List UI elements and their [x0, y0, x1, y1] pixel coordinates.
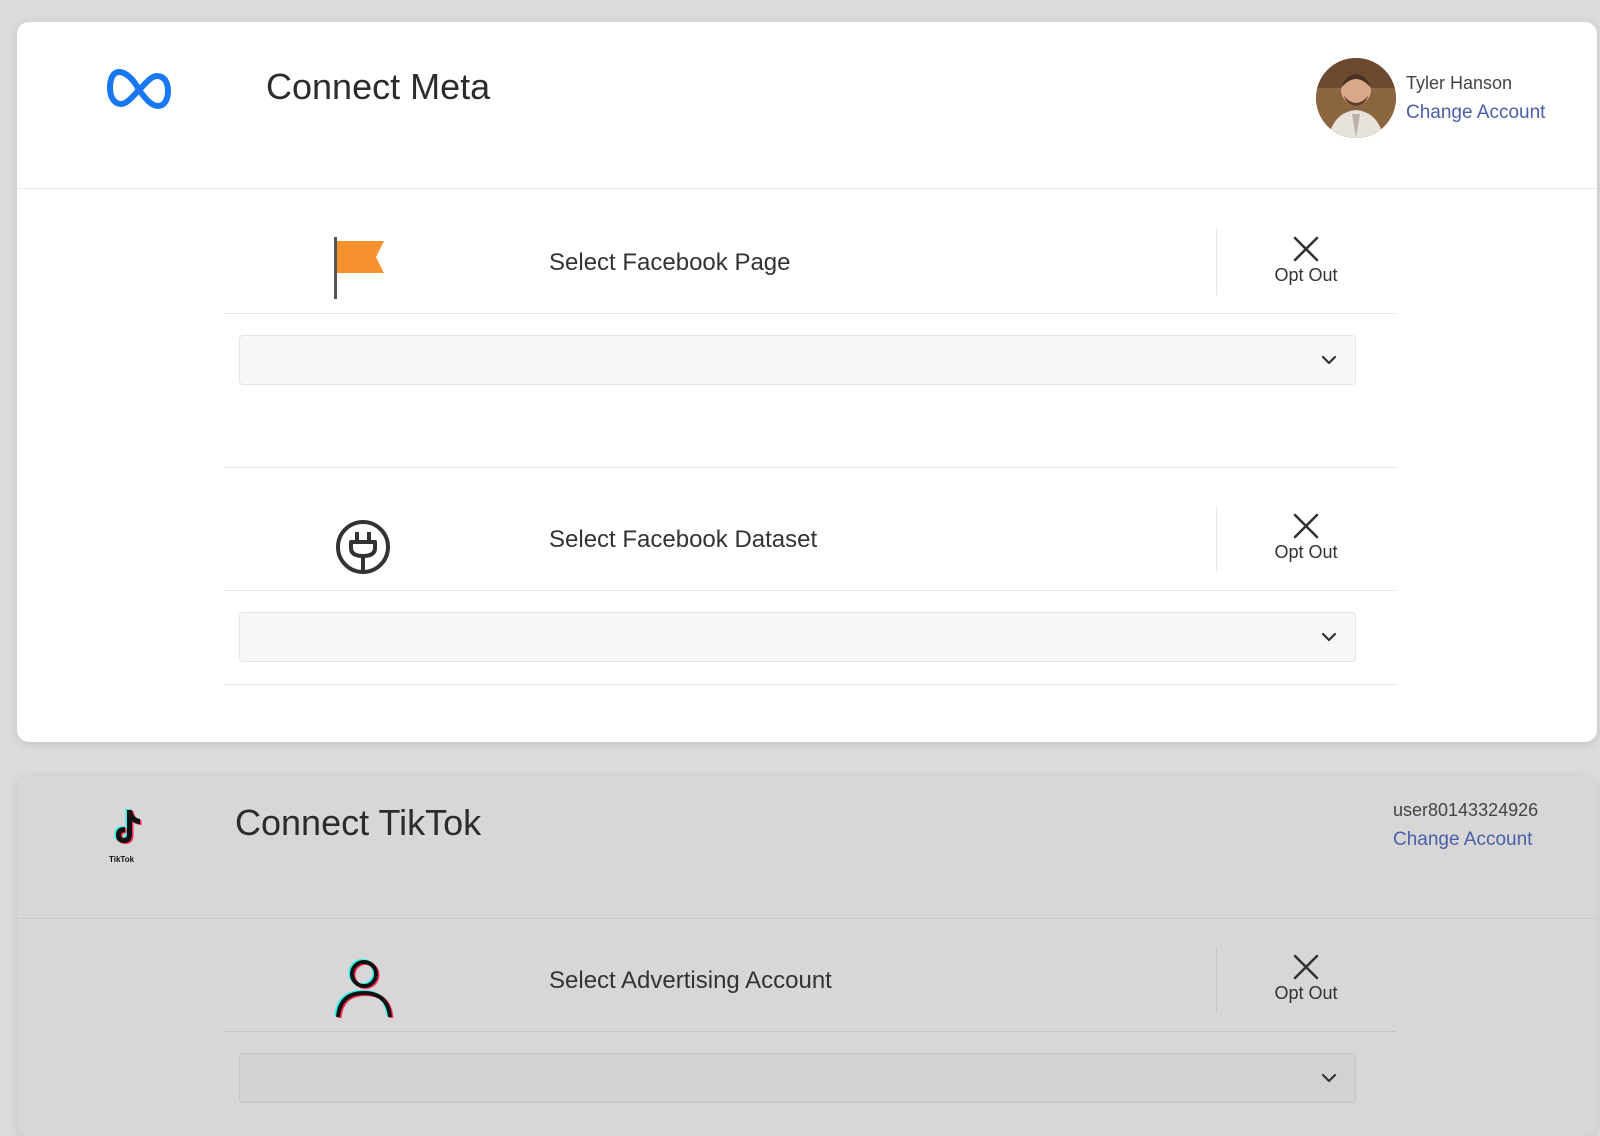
facebook-dataset-label: Select Facebook Dataset	[549, 526, 818, 553]
page-title: Connect Meta	[266, 66, 491, 107]
tiktok-logo-text: TikTok	[109, 855, 135, 864]
opt-out-button[interactable]: Opt Out	[1256, 512, 1356, 563]
page-title: Connect TikTok	[235, 802, 482, 843]
advertising-account-header: Select Advertising Account Opt Out	[224, 947, 1396, 1032]
chevron-down-icon	[1321, 630, 1337, 648]
facebook-page-label: Select Facebook Page	[549, 249, 791, 276]
change-account-link[interactable]: Change Account	[1406, 102, 1545, 124]
meta-card-header: Connect Meta Tyler Hanson Change Account	[17, 22, 1597, 189]
meta-account-info: Tyler Hanson Change Account	[1406, 73, 1545, 124]
section-divider	[224, 684, 1396, 685]
avatar	[1316, 58, 1396, 138]
advertising-account-label: Select Advertising Account	[549, 967, 832, 994]
opt-out-divider	[1216, 229, 1217, 295]
meta-logo-icon	[107, 66, 171, 119]
tiktok-account-info: user80143324926 Change Account	[1393, 800, 1538, 851]
connect-meta-card: Connect Meta Tyler Hanson Change Account	[17, 22, 1597, 742]
plug-icon	[334, 518, 392, 581]
section-divider	[224, 467, 1396, 468]
opt-out-button[interactable]: Opt Out	[1256, 953, 1356, 1004]
close-icon	[1256, 235, 1356, 263]
facebook-dataset-header: Select Facebook Dataset Opt Out	[224, 506, 1396, 591]
chevron-down-icon	[1321, 1071, 1337, 1089]
opt-out-divider	[1216, 947, 1217, 1013]
advertising-account-select[interactable]	[239, 1053, 1356, 1103]
close-icon	[1256, 953, 1356, 981]
facebook-page-section: Select Facebook Page Opt Out	[224, 229, 1396, 468]
opt-out-label: Opt Out	[1274, 542, 1338, 562]
opt-out-label: Opt Out	[1274, 983, 1338, 1003]
account-name: Tyler Hanson	[1406, 73, 1513, 93]
user-icon	[334, 957, 394, 1024]
opt-out-divider	[1216, 506, 1217, 572]
facebook-page-select[interactable]	[239, 335, 1356, 385]
facebook-page-header: Select Facebook Page Opt Out	[224, 229, 1396, 314]
tiktok-card-header: TikTok Connect TikTok user80143324926 Ch…	[17, 776, 1597, 919]
facebook-dataset-select[interactable]	[239, 612, 1356, 662]
change-account-link[interactable]: Change Account	[1393, 829, 1538, 851]
chevron-down-icon	[1321, 353, 1337, 371]
connect-tiktok-card: TikTok Connect TikTok user80143324926 Ch…	[17, 776, 1597, 1136]
tiktok-logo-icon: TikTok	[105, 806, 145, 864]
close-icon	[1256, 512, 1356, 540]
account-name: user80143324926	[1393, 800, 1539, 820]
opt-out-button[interactable]: Opt Out	[1256, 235, 1356, 286]
flag-icon	[334, 237, 386, 306]
facebook-dataset-section: Select Facebook Dataset Opt Out	[224, 506, 1396, 685]
advertising-account-section: Select Advertising Account Opt Out	[224, 947, 1396, 1103]
opt-out-label: Opt Out	[1274, 265, 1338, 285]
